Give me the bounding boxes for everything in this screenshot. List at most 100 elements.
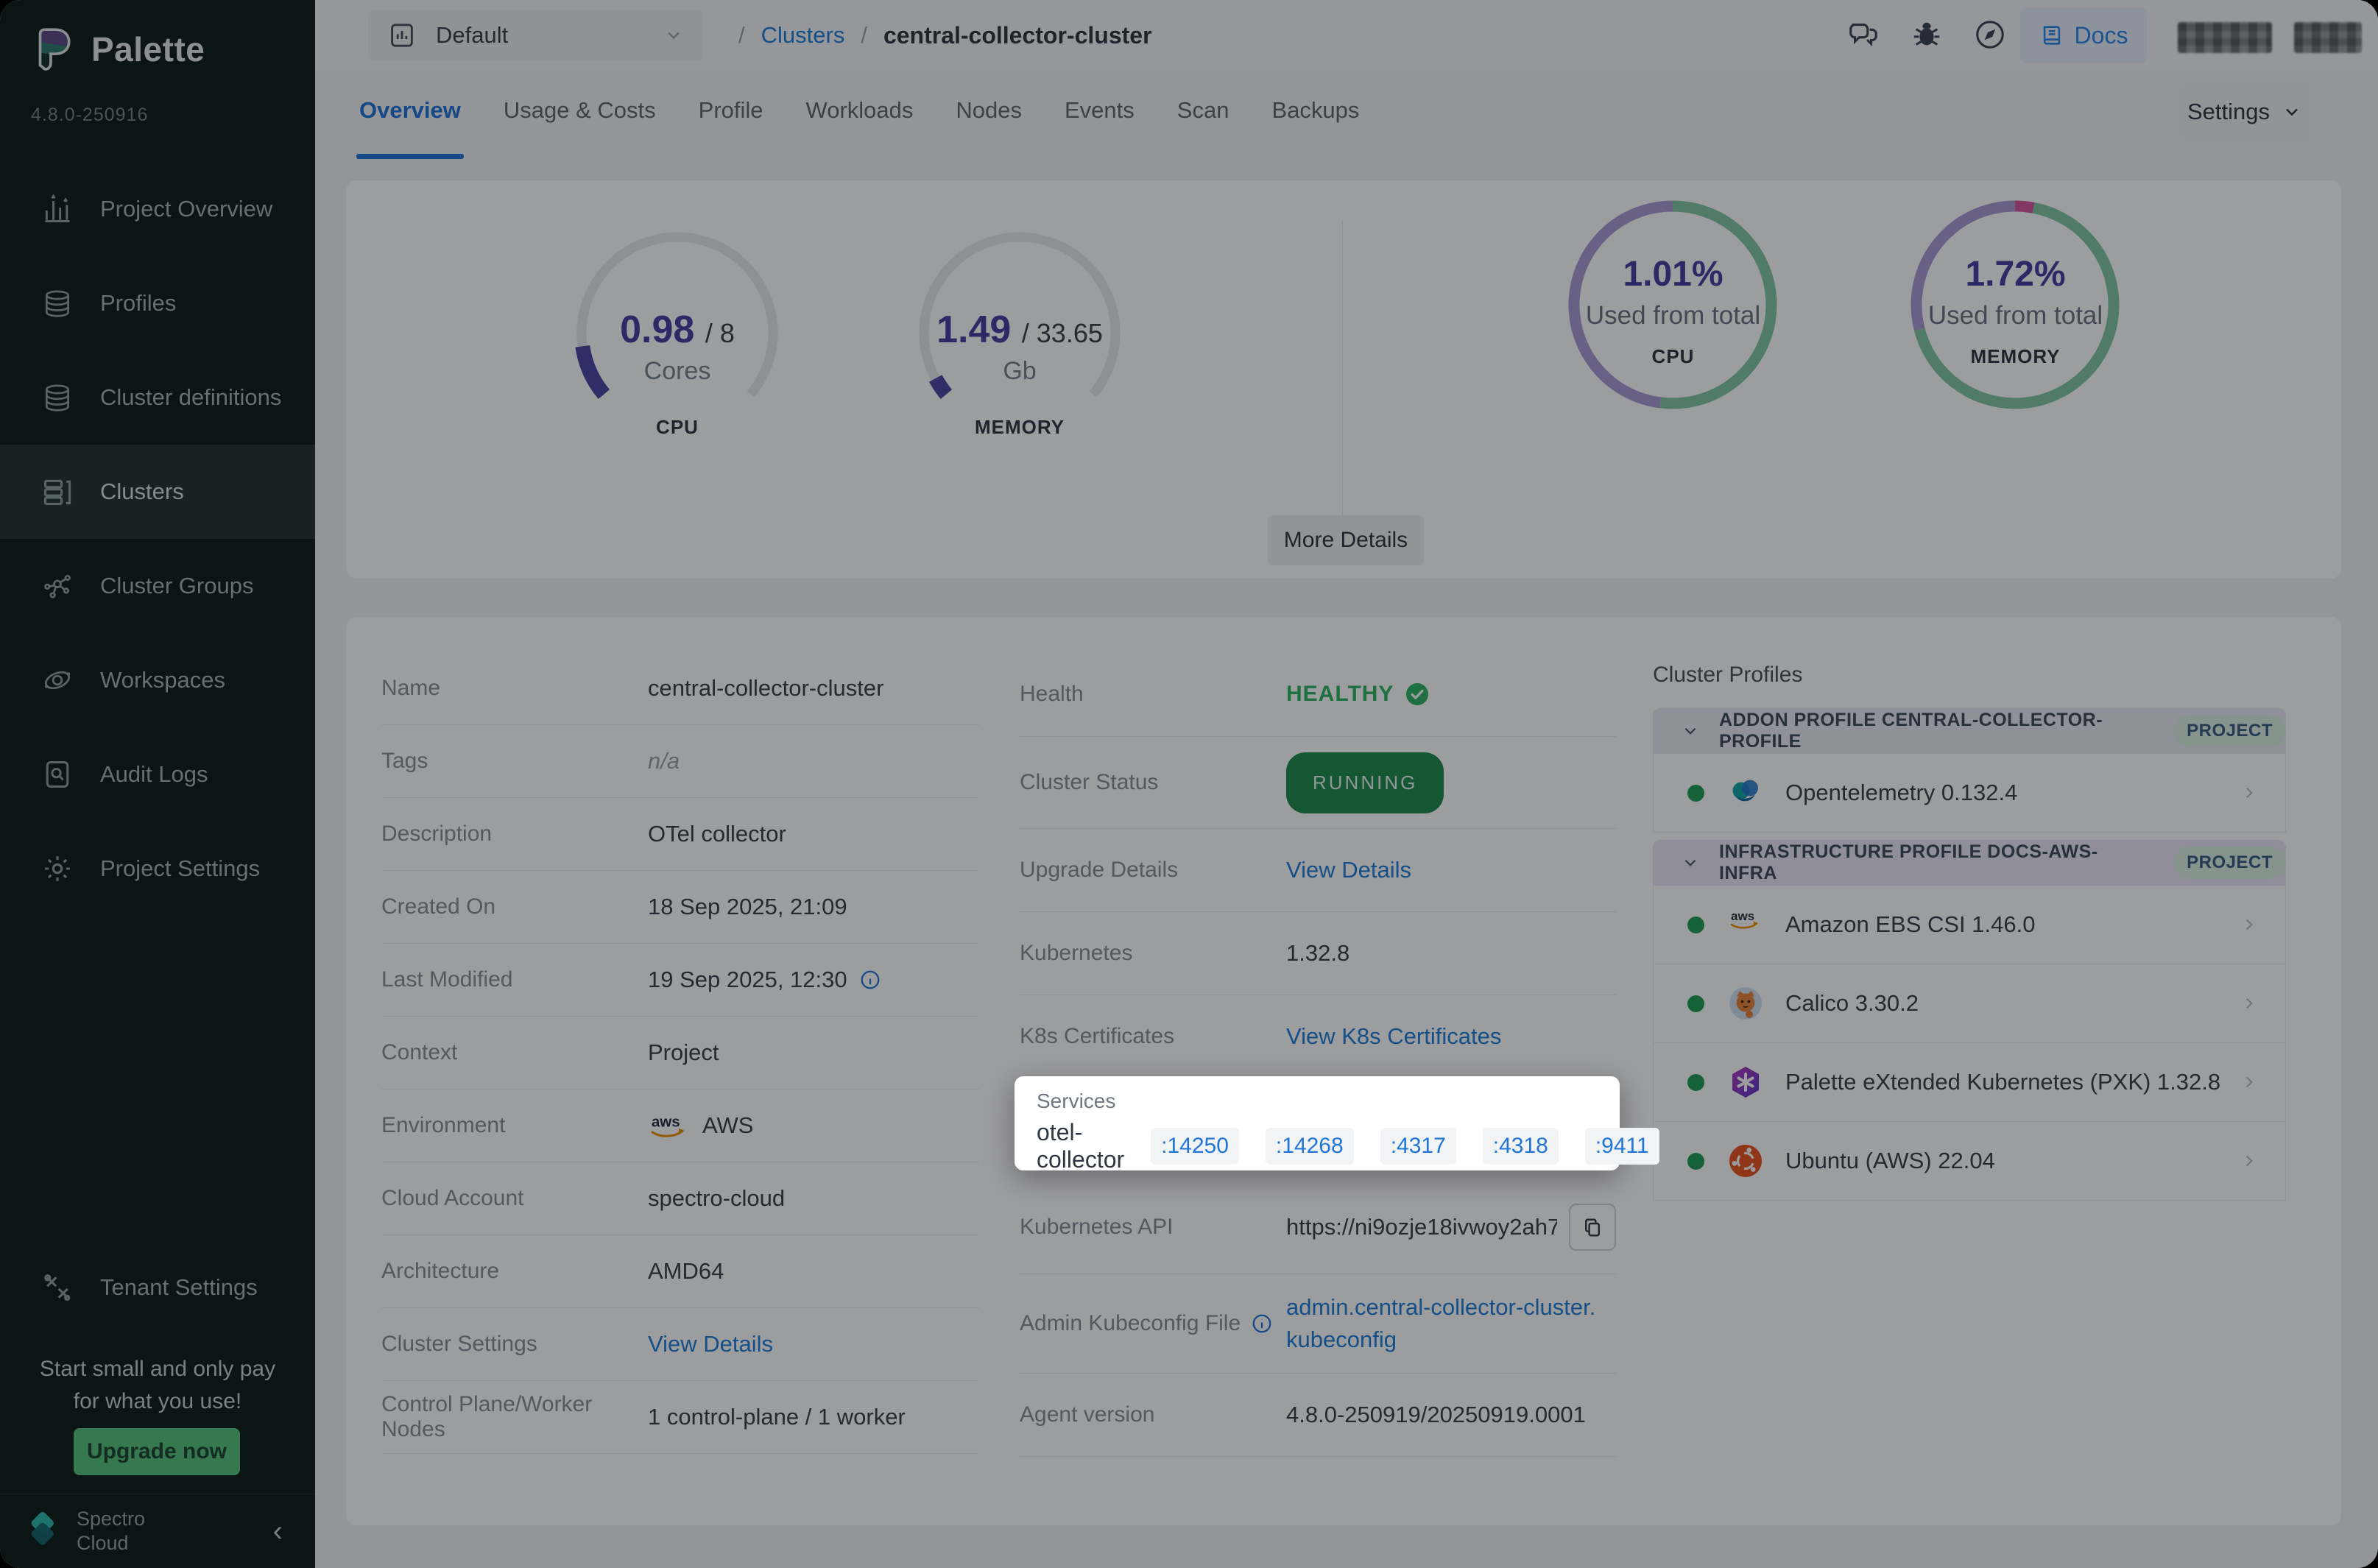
chevron-right-icon: [2240, 994, 2259, 1013]
chevron-down-icon: [663, 25, 684, 46]
detail-label: Name: [381, 676, 648, 701]
sidebar-item-clusters[interactable]: Clusters: [0, 445, 315, 539]
profile-group-header[interactable]: ADDON PROFILE CENTRAL-COLLECTOR-PROFILEP…: [1653, 708, 2286, 754]
detail-value: n/a: [648, 748, 680, 774]
tab-profile[interactable]: Profile: [699, 97, 763, 127]
cluster-definitions-icon: [41, 381, 74, 414]
breadcrumb-separator: /: [861, 22, 867, 49]
detail-row: Kubernetes APIhttps://ni9ozje18ivwoy2ah7…: [1020, 1181, 1616, 1274]
detail-text: 19 Sep 2025, 12:30: [648, 967, 847, 993]
gauge-label: CPU: [560, 416, 795, 439]
profile-layer-row[interactable]: Palette eXtended Kubernetes (PXK) 1.32.8: [1653, 1043, 2286, 1122]
sidebar-item-cluster-definitions[interactable]: Cluster definitions: [0, 350, 315, 445]
redacted-username: [2294, 22, 2362, 53]
detail-value: View K8s Certificates: [1286, 1023, 1501, 1050]
tab-usage-costs[interactable]: Usage & Costs: [504, 97, 656, 127]
compass-icon[interactable]: [1973, 18, 2007, 52]
service-port-link[interactable]: :4318: [1483, 1128, 1559, 1165]
sidebar-item-profiles[interactable]: Profiles: [0, 256, 315, 350]
breadcrumb-clusters-link[interactable]: Clusters: [761, 22, 845, 49]
detail-row: HealthHEALTHY: [1020, 652, 1616, 737]
sidebar-item-label: Clusters: [100, 478, 184, 505]
cluster-tabs-bar: Overview Usage & Costs Profile Workloads Nod…: [315, 71, 2378, 166]
detail-row: Cluster SettingsView Details: [381, 1308, 979, 1381]
detail-link[interactable]: View Details: [648, 1331, 773, 1357]
cluster-tabs: Overview Usage & Costs Profile Workloads Nod…: [359, 71, 1359, 153]
workspaces-icon: [41, 664, 74, 696]
calico-icon: [1728, 986, 1763, 1021]
docs-button[interactable]: Docs: [2020, 7, 2147, 63]
detail-value: RUNNING: [1286, 752, 1444, 813]
donut-label: MEMORY: [1899, 345, 2131, 368]
chevron-down-icon: [2282, 102, 2302, 122]
tab-scan[interactable]: Scan: [1177, 97, 1229, 127]
service-port-link[interactable]: :4317: [1380, 1128, 1456, 1165]
tab-backups[interactable]: Backups: [1271, 97, 1359, 127]
sidebar-item-label: Cluster Groups: [100, 573, 253, 599]
service-port-link[interactable]: :14268: [1266, 1128, 1354, 1165]
sidebar-item-label: Cluster definitions: [100, 384, 281, 411]
tab-events[interactable]: Events: [1065, 97, 1135, 127]
project-selector[interactable]: Default: [368, 10, 703, 61]
sidebar-item-tenant-settings[interactable]: Tenant Settings: [0, 1240, 315, 1335]
detail-row: Created On18 Sep 2025, 21:09: [381, 871, 979, 944]
profile-layer-row[interactable]: awsAmazon EBS CSI 1.46.0: [1653, 886, 2286, 964]
gauge-label: MEMORY: [902, 416, 1137, 439]
tab-overview[interactable]: Overview: [359, 97, 461, 127]
profile-layer-label: Ubuntu (AWS) 22.04: [1785, 1148, 1995, 1174]
sidebar-item-project-settings[interactable]: Project Settings: [0, 822, 315, 916]
detail-value: 1.32.8: [1286, 940, 1349, 967]
detail-row: ArchitectureAMD64: [381, 1235, 979, 1308]
profile-layer-row[interactable]: Ubuntu (AWS) 22.04: [1653, 1122, 2286, 1201]
detail-text: 1.32.8: [1286, 940, 1349, 967]
detail-text: OTel collector: [648, 821, 786, 847]
detail-value: OTel collector: [648, 821, 786, 847]
report-bug-icon[interactable]: [1910, 18, 1944, 52]
kubeconfig-link[interactable]: admin.central-collector-cluster.kubeconf…: [1286, 1291, 1603, 1356]
sidebar-item-cluster-groups[interactable]: Cluster Groups: [0, 539, 315, 633]
service-port-link[interactable]: :9411: [1585, 1128, 1659, 1165]
detail-value: Project: [648, 1039, 719, 1066]
chevron-right-icon: [2240, 915, 2259, 934]
ubuntu-icon: [1728, 1143, 1763, 1179]
service-port-link[interactable]: :14250: [1151, 1128, 1239, 1165]
detail-row: Last Modified19 Sep 2025, 12:30: [381, 944, 979, 1017]
detail-link[interactable]: View Details: [1286, 857, 1411, 883]
detail-link[interactable]: View K8s Certificates: [1286, 1023, 1501, 1050]
more-details-button[interactable]: More Details: [1268, 515, 1424, 565]
sidebar-item-label: Project Settings: [100, 855, 260, 882]
feedback-chat-icon[interactable]: [1846, 18, 1880, 52]
breadcrumb-separator: /: [738, 22, 745, 49]
upgrade-now-button[interactable]: Upgrade now: [74, 1428, 240, 1475]
profiles-icon: [41, 287, 74, 319]
detail-label: Environment: [381, 1113, 648, 1138]
detail-label: Control Plane/Worker Nodes: [381, 1392, 648, 1442]
profile-group-header[interactable]: INFRASTRUCTURE PROFILE DOCS-AWS-INFRAPRO…: [1653, 840, 2286, 886]
sidebar-item-label: Workspaces: [100, 667, 225, 693]
tab-workloads[interactable]: Workloads: [806, 97, 914, 127]
detail-label: Admin Kubeconfig File: [1020, 1311, 1286, 1336]
sidebar-item-label: Tenant Settings: [100, 1274, 258, 1301]
profile-layer-label: Opentelemetry 0.132.4: [1785, 780, 2017, 806]
tab-nodes[interactable]: Nodes: [956, 97, 1022, 127]
detail-value: 4.8.0-250919/20250919.0001: [1286, 1402, 1586, 1428]
status-dot: [1687, 995, 1704, 1012]
divider: [1342, 221, 1343, 537]
detail-value: 1 control-plane / 1 worker: [648, 1404, 906, 1430]
sidebar-item-project-overview[interactable]: Project Overview: [0, 162, 315, 256]
chevron-down-icon: [1681, 721, 1700, 741]
settings-button[interactable]: Settings: [2179, 82, 2310, 141]
profile-layer-row[interactable]: Opentelemetry 0.132.4: [1653, 754, 2286, 833]
sidebar-collapse-icon[interactable]: ‹: [273, 1515, 283, 1548]
donut-percent: 1.01%: [1557, 254, 1789, 294]
breadcrumb-current: central-collector-cluster: [883, 22, 1152, 49]
sidebar-item-audit-logs[interactable]: Audit Logs: [0, 727, 315, 822]
cluster-details-card: Namecentral-collector-clusterTagsn/aDesc…: [346, 617, 2341, 1525]
detail-row: Cloud Accountspectro-cloud: [381, 1162, 979, 1235]
detail-row: Tagsn/a: [381, 725, 979, 798]
detail-text: spectro-cloud: [648, 1185, 785, 1212]
copy-button[interactable]: [1569, 1204, 1616, 1251]
profile-layer-row[interactable]: Calico 3.30.2: [1653, 964, 2286, 1043]
sidebar-item-workspaces[interactable]: Workspaces: [0, 633, 315, 727]
detail-label: K8s Certificates: [1020, 1024, 1286, 1049]
